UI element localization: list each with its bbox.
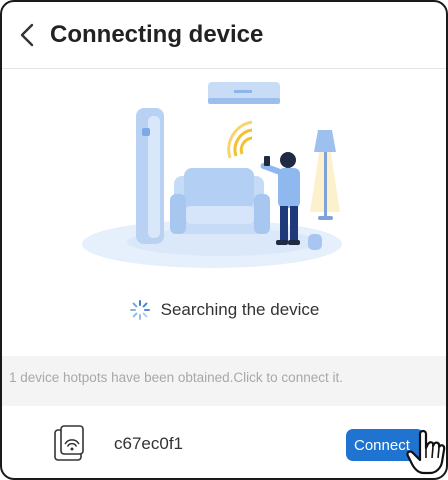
hand-pointer-icon [406,429,446,475]
page-title: Connecting device [50,21,264,48]
status-text: Searching the device [160,300,320,319]
screen-frame: Connecting device Searching the device 1… [0,0,448,480]
device-row[interactable]: c67ec0f1 Connect [2,406,446,478]
header-bar: Connecting device [2,2,446,69]
wifi-device-icon [54,425,84,461]
back-icon[interactable] [16,20,40,50]
search-status: Searching the device [2,292,446,328]
hint-text: 1 device hotpots have been obtained.Clic… [9,370,343,385]
loading-spinner-icon [129,300,150,320]
device-name: c67ec0f1 [114,434,183,453]
hint-band: 1 device hotpots have been obtained.Clic… [2,356,446,406]
living-room-illustration [82,82,342,268]
